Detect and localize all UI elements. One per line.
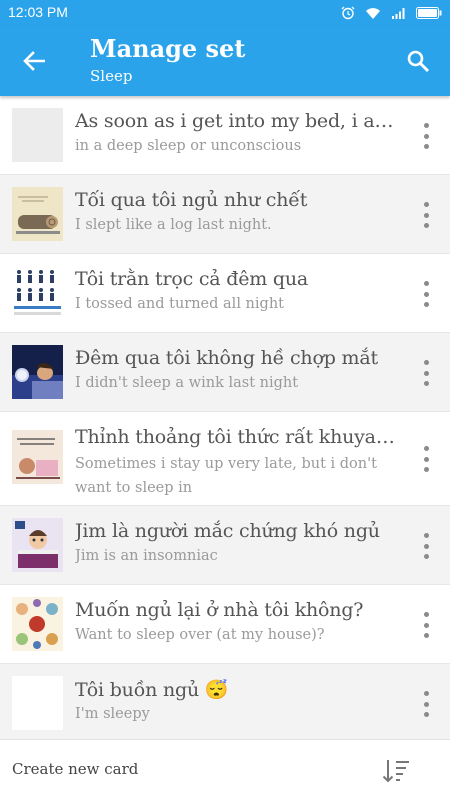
card-definition: I didn't sleep a wink last night xyxy=(75,375,299,391)
more-vert-icon xyxy=(423,446,429,451)
bottom-bar: Create new card xyxy=(0,739,450,800)
card-thumbnail-empty xyxy=(12,108,63,162)
card-more-button[interactable] xyxy=(420,533,432,559)
card-thumbnail-awake-in-bed xyxy=(12,345,63,399)
card-term: As soon as i get into my bed, i am… xyxy=(75,110,400,132)
card-term: Tối qua tôi ngủ như chết xyxy=(75,189,308,211)
card-more-button[interactable] xyxy=(420,691,432,717)
card-term: Jim là người mắc chứng khó ngủ xyxy=(75,520,380,542)
create-new-card-button[interactable]: Create new card xyxy=(12,760,138,778)
card-row[interactable]: As soon as i get into my bed, i am… in a… xyxy=(0,96,450,175)
back-button[interactable] xyxy=(18,45,50,77)
card-thumbnail-weekend-sleep-in xyxy=(12,430,63,484)
card-row[interactable]: Tối qua tôi ngủ như chết I slept like a … xyxy=(0,175,450,254)
card-term: Đêm qua tôi không hề chợp mắt xyxy=(75,347,378,369)
more-vert-icon xyxy=(423,123,429,128)
status-bar: 12:03 PM xyxy=(0,0,450,26)
card-term: Thỉnh thoảng tôi thức rất khuya n… xyxy=(75,426,400,448)
alarm-icon xyxy=(341,6,355,20)
more-vert-icon xyxy=(423,360,429,365)
card-row[interactable]: Tôi trằn trọc cả đêm qua I tossed and tu… xyxy=(0,254,450,333)
card-row[interactable]: Tôi buồn ngủ 😴 I'm sleepy xyxy=(0,664,450,739)
card-more-button[interactable] xyxy=(420,612,432,638)
status-icons xyxy=(341,5,442,21)
app-bar: Manage set Sleep xyxy=(0,26,450,96)
card-term: Tôi trằn trọc cả đêm qua xyxy=(75,268,309,290)
card-definition: in a deep sleep or unconscious xyxy=(75,138,302,154)
card-thumbnail-insomniac xyxy=(12,518,63,572)
battery-icon xyxy=(416,7,442,19)
card-thumbnail-sleep-positions xyxy=(12,266,63,320)
card-more-button[interactable] xyxy=(420,446,432,472)
card-row[interactable]: Đêm qua tôi không hề chợp mắt I didn't s… xyxy=(0,333,450,412)
card-definition: Jim is an insomniac xyxy=(75,548,218,564)
arrow-back-icon xyxy=(23,51,45,71)
card-more-button[interactable] xyxy=(420,281,432,307)
search-icon xyxy=(407,50,430,73)
set-name: Sleep xyxy=(90,67,133,85)
more-vert-icon xyxy=(423,612,429,617)
card-definition: Sometimes i stay up very late, but i don… xyxy=(75,456,377,496)
more-vert-icon xyxy=(423,533,429,538)
card-definition: I'm sleepy xyxy=(75,706,150,722)
more-vert-icon xyxy=(423,202,429,207)
signal-icon xyxy=(392,7,405,19)
card-definition: I slept like a log last night. xyxy=(75,217,272,233)
more-vert-icon xyxy=(423,281,429,286)
card-more-button[interactable] xyxy=(420,202,432,228)
search-button[interactable] xyxy=(402,45,434,77)
status-time: 12:03 PM xyxy=(8,4,68,20)
card-row[interactable]: Muốn ngủ lại ở nhà tôi không? Want to sl… xyxy=(0,585,450,664)
card-row[interactable]: Jim là người mắc chứng khó ngủ Jim is an… xyxy=(0,506,450,585)
card-term: Tôi buồn ngủ 😴 xyxy=(75,679,229,701)
wifi-icon xyxy=(366,7,380,19)
card-definition: I tossed and turned all night xyxy=(75,296,284,312)
card-thumbnail-empty xyxy=(12,676,63,730)
card-thumbnail-sleeping-like-a-log xyxy=(12,187,63,241)
card-definition: Want to sleep over (at my house)? xyxy=(75,627,325,643)
card-thumbnail-sleepover xyxy=(12,597,63,651)
sort-button[interactable] xyxy=(382,758,410,784)
page-title: Manage set xyxy=(90,34,246,63)
card-more-button[interactable] xyxy=(420,360,432,386)
card-more-button[interactable] xyxy=(420,123,432,149)
sort-icon xyxy=(382,760,409,783)
card-term: Muốn ngủ lại ở nhà tôi không? xyxy=(75,599,364,621)
more-vert-icon xyxy=(423,691,429,696)
card-row[interactable]: Thỉnh thoảng tôi thức rất khuya n… Somet… xyxy=(0,412,450,506)
card-list[interactable]: As soon as i get into my bed, i am… in a… xyxy=(0,96,450,739)
